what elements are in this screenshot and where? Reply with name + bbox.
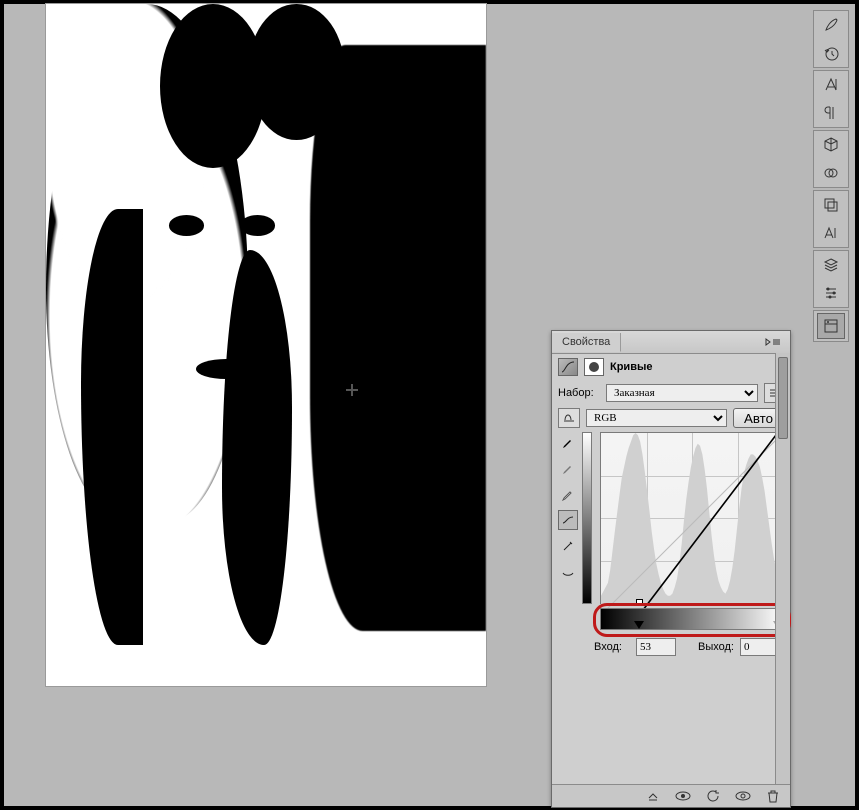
curves-graph[interactable] [600, 432, 784, 604]
channel-row: RGB Авто [552, 406, 790, 430]
character-icon[interactable] [818, 73, 844, 97]
output-gradient [582, 432, 592, 604]
clip-to-layer-icon[interactable] [644, 787, 662, 805]
annotation-highlight [593, 603, 791, 637]
input-output-row: Вход: Выход: [552, 632, 790, 658]
channel-select[interactable]: RGB [586, 409, 727, 427]
view-previous-icon[interactable] [674, 787, 692, 805]
document-artboard[interactable] [46, 4, 486, 686]
cube-3d-icon[interactable] [818, 133, 844, 157]
delete-icon[interactable] [764, 787, 782, 805]
adjustment-header: Кривые [552, 354, 790, 380]
output-label: Выход: [698, 641, 734, 653]
char-styles-icon[interactable] [818, 221, 844, 245]
curves-adjustment-icon [558, 358, 578, 376]
black-point-slider[interactable] [634, 621, 644, 629]
input-gradient-slider[interactable] [600, 608, 784, 630]
adjust-icon[interactable] [818, 281, 844, 305]
input-value-field[interactable] [636, 638, 676, 656]
curve-edit-mode-button[interactable] [558, 510, 578, 530]
curve-line [601, 433, 783, 615]
curves-tool-column [558, 432, 576, 632]
panel-menu-button[interactable] [760, 335, 786, 349]
curve-draw-mode-button[interactable] [558, 536, 578, 556]
preset-label: Набор: [558, 387, 600, 399]
reset-icon[interactable] [704, 787, 722, 805]
smooth-curve-button[interactable] [558, 562, 578, 582]
materials-icon[interactable] [818, 161, 844, 185]
properties-panel: Свойства Кривые Набор: Заказная [551, 330, 791, 808]
panel-tab-bar: Свойства [552, 331, 790, 354]
tab-properties[interactable]: Свойства [552, 333, 621, 352]
paragraph-icon[interactable] [818, 101, 844, 125]
toggle-visibility-icon[interactable] [734, 787, 752, 805]
curve-point-black[interactable] [636, 599, 643, 606]
layers-icon[interactable] [818, 253, 844, 277]
panel-scrollbar[interactable] [775, 353, 790, 785]
threshold-portrait [46, 4, 486, 686]
curves-graph-wrap [600, 432, 784, 632]
eyedropper-white-icon[interactable] [558, 484, 578, 504]
input-label: Вход: [594, 641, 630, 653]
targeted-adjust-button[interactable] [558, 408, 580, 428]
preset-row: Набор: Заказная [552, 380, 790, 406]
history-icon[interactable] [818, 41, 844, 65]
eyedropper-black-icon[interactable] [558, 432, 578, 452]
layer-mask-icon[interactable] [584, 358, 604, 376]
preset-select[interactable]: Заказная [606, 384, 758, 402]
adjustment-title: Кривые [610, 361, 652, 373]
properties-icon[interactable] [817, 313, 845, 339]
brush-icon[interactable] [818, 13, 844, 37]
curves-body [552, 430, 790, 632]
layers-comp-icon[interactable] [818, 193, 844, 217]
output-value-field[interactable] [740, 638, 780, 656]
eyedropper-gray-icon[interactable] [558, 458, 578, 478]
app-frame: Свойства Кривые Набор: Заказная [4, 4, 855, 806]
panel-footer [552, 784, 790, 807]
right-dock [813, 10, 849, 342]
